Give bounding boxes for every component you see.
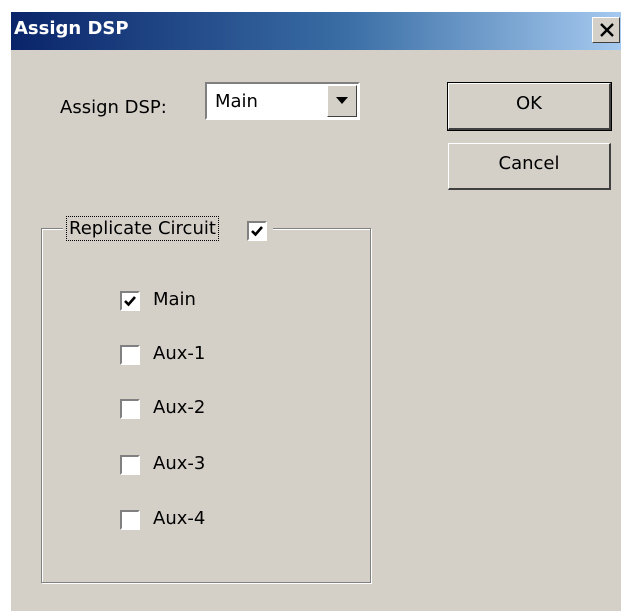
dropdown-button[interactable] — [327, 85, 357, 117]
window-title: Assign DSP — [14, 18, 129, 39]
replicate-circuit-label[interactable]: Replicate Circuit — [66, 216, 219, 241]
option-aux-3-label: Aux-3 — [153, 453, 206, 474]
replicate-circuit-group — [41, 228, 371, 583]
checkmark-icon — [251, 226, 263, 237]
option-aux-1-checkbox[interactable] — [120, 345, 140, 365]
chevron-down-icon — [336, 97, 348, 104]
cancel-button-label: Cancel — [498, 153, 560, 174]
replicate-circuit-checkbox[interactable] — [247, 221, 267, 241]
cancel-button[interactable]: Cancel — [448, 143, 611, 190]
option-aux-4-checkbox[interactable] — [120, 510, 140, 530]
assign-dsp-selected-value: Main — [215, 91, 258, 112]
ok-button-label: OK — [516, 93, 542, 114]
option-aux-2-label: Aux-2 — [153, 397, 206, 418]
option-main-checkbox[interactable] — [120, 291, 140, 311]
title-bar[interactable]: Assign DSP — [11, 12, 621, 50]
option-aux-4-label: Aux-4 — [153, 508, 206, 529]
option-aux-2-checkbox[interactable] — [120, 399, 140, 419]
assign-dsp-label: Assign DSP: — [60, 97, 167, 118]
close-button[interactable] — [592, 17, 620, 43]
assign-dsp-select[interactable]: Main — [205, 82, 360, 120]
checkmark-icon — [124, 296, 136, 307]
assign-dsp-dialog: Assign DSP Assign DSP: Main OK Cancel Re… — [10, 11, 621, 611]
option-aux-1-label: Aux-1 — [153, 343, 206, 364]
close-icon — [600, 23, 614, 37]
option-aux-3-checkbox[interactable] — [120, 455, 140, 475]
ok-button[interactable]: OK — [447, 82, 612, 131]
option-main-label: Main — [153, 289, 196, 310]
